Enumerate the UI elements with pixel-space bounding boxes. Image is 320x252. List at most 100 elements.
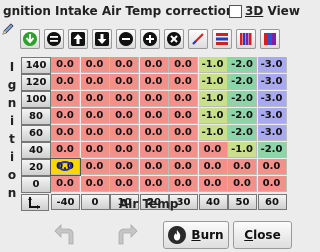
table-cell[interactable]: -1.0 [228, 142, 257, 158]
table-cell[interactable]: -3.0 [257, 57, 287, 73]
3d-view-checkbox[interactable]: 3D View [229, 4, 300, 18]
table-cell[interactable]: 0.0 [80, 57, 110, 73]
axis-swap-icon[interactable] [21, 194, 49, 211]
table-cell[interactable]: 0.0 [110, 142, 139, 158]
table-cell[interactable]: 0.0 [169, 74, 198, 90]
decrease-down-icon[interactable] [92, 29, 112, 49]
x-axis-value[interactable]: -40 [51, 194, 80, 210]
redo-icon[interactable] [113, 222, 139, 248]
table-cell[interactable]: -3.0 [257, 74, 287, 90]
table-cell[interactable]: 0.0 [51, 74, 80, 90]
selected-table-cell[interactable]: 0.0 [50, 158, 81, 176]
table-cell[interactable]: 0.0 [80, 176, 110, 192]
table-cell[interactable]: 0.0 [51, 142, 80, 158]
table-cell[interactable]: -3.0 [257, 91, 287, 107]
table-cell[interactable]: -1.0 [198, 74, 228, 90]
x-axis-value[interactable]: 0 [80, 194, 110, 210]
y-axis-letter: i [9, 114, 15, 128]
y-axis-value[interactable]: 20 [21, 159, 51, 176]
3d-view-hotkey: 3D [245, 4, 264, 18]
x-axis-value[interactable]: 40 [198, 194, 228, 210]
table-cell[interactable]: 0.0 [139, 176, 169, 192]
color-bars-icon[interactable] [236, 29, 256, 49]
table-cell[interactable]: 0.0 [80, 91, 110, 107]
table-cell[interactable]: 0.0 [110, 74, 139, 90]
edit-icon [1, 21, 15, 35]
y-axis-value[interactable]: 100 [21, 91, 51, 108]
table-cell[interactable]: 0.0 [198, 142, 228, 158]
table-cell[interactable]: 0.0 [228, 159, 257, 175]
table-cell[interactable]: 0.0 [80, 142, 110, 158]
table-cell[interactable]: 0.0 [169, 57, 198, 73]
table-cell[interactable]: -3.0 [257, 125, 287, 141]
table-cell[interactable]: 0.0 [139, 125, 169, 141]
table-cell[interactable]: 0.0 [139, 74, 169, 90]
checkbox-box[interactable] [229, 4, 242, 18]
table-cell[interactable]: 0.0 [169, 125, 198, 141]
table-cell[interactable]: 0.0 [139, 159, 169, 175]
table-cell[interactable]: 0.0 [51, 57, 80, 73]
y-axis-value[interactable]: 60 [21, 125, 51, 142]
table-cell[interactable]: 0.0 [51, 108, 80, 124]
y-axis-value[interactable]: 120 [21, 74, 51, 91]
subtract-icon[interactable] [116, 29, 136, 49]
y-axis-value[interactable]: 140 [21, 57, 51, 74]
table-cell[interactable]: 0.0 [139, 108, 169, 124]
table-cell[interactable]: 0.0 [257, 176, 287, 192]
undo-icon[interactable] [53, 222, 79, 248]
table-cell[interactable]: 0.0 [198, 159, 228, 175]
table-cell[interactable]: 0.0 [51, 176, 80, 192]
y-axis-letter: i [9, 150, 15, 164]
table-cell[interactable]: 0.0 [80, 125, 110, 141]
table-cell[interactable]: -2.0 [228, 57, 257, 73]
increase-up-icon[interactable] [68, 29, 88, 49]
table-cell[interactable]: -1.0 [198, 108, 228, 124]
table-cell[interactable]: 0.0 [139, 142, 169, 158]
table-cell[interactable]: -1.0 [198, 125, 228, 141]
table-cell[interactable]: 0.0 [169, 91, 198, 107]
table-cell[interactable]: 0.0 [228, 176, 257, 192]
table-cell[interactable]: 0.0 [257, 159, 287, 175]
table-cell[interactable]: 0.0 [198, 176, 228, 192]
table-cell[interactable]: 0.0 [110, 125, 139, 141]
refresh-icon[interactable] [20, 29, 40, 49]
table-cell[interactable]: 0.0 [51, 91, 80, 107]
table-cell[interactable]: 0.0 [169, 176, 198, 192]
y-axis-value[interactable]: 0 [21, 176, 51, 193]
table-cell[interactable]: 0.0 [169, 142, 198, 158]
add-icon[interactable] [140, 29, 160, 49]
table-cell[interactable]: -2.0 [257, 142, 287, 158]
fill-icon[interactable] [260, 29, 280, 49]
table-cell[interactable]: 0.0 [110, 91, 139, 107]
table-cell[interactable]: 0.0 [110, 108, 139, 124]
table-cell[interactable]: -2.0 [228, 125, 257, 141]
table-cell[interactable]: 0.0 [80, 159, 110, 175]
table-cell[interactable]: -2.0 [228, 108, 257, 124]
window-title: gnition Intake Air Temp correction [3, 4, 235, 18]
y-axis-value[interactable]: 80 [21, 108, 51, 125]
table-cell[interactable]: 0.0 [169, 108, 198, 124]
interpolate-icon[interactable] [188, 29, 208, 49]
close-button[interactable]: Close [233, 221, 292, 249]
table-cell[interactable]: 0.0 [110, 159, 139, 175]
table-cell[interactable]: 0.0 [80, 108, 110, 124]
y-axis-value[interactable]: 40 [21, 142, 51, 159]
multiply-icon[interactable] [164, 29, 184, 49]
table-cell[interactable]: -2.0 [228, 91, 257, 107]
table-cell[interactable]: 0.0 [110, 57, 139, 73]
burn-button[interactable]: Burn [163, 221, 229, 249]
table-cell[interactable]: -3.0 [257, 108, 287, 124]
table-cell[interactable]: 0.0 [51, 125, 80, 141]
x-axis-value[interactable]: 60 [257, 194, 287, 210]
table-cell[interactable]: -2.0 [228, 74, 257, 90]
decrement-icon[interactable] [44, 29, 64, 49]
x-axis-value[interactable]: 50 [228, 194, 257, 210]
table-cell[interactable]: -1.0 [198, 57, 228, 73]
smooth-icon[interactable] [212, 29, 232, 49]
table-cell[interactable]: 0.0 [139, 57, 169, 73]
table-cell[interactable]: 0.0 [139, 91, 169, 107]
table-cell[interactable]: 0.0 [169, 159, 198, 175]
table-cell[interactable]: -1.0 [198, 91, 228, 107]
table-cell[interactable]: 0.0 [110, 176, 139, 192]
table-cell[interactable]: 0.0 [80, 74, 110, 90]
